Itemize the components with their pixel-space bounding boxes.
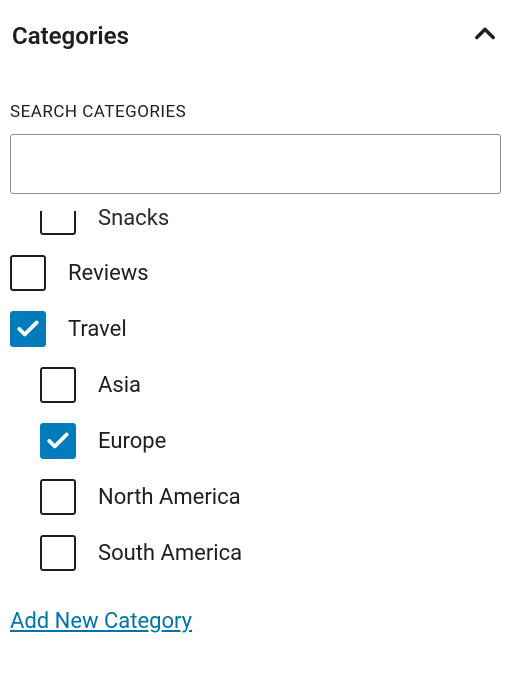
panel-title: Categories xyxy=(12,22,129,50)
category-list: Snacks Reviews Travel Asia Europe North … xyxy=(10,200,501,581)
category-label[interactable]: Travel xyxy=(68,317,127,342)
list-item: Snacks xyxy=(10,200,501,245)
search-categories-label: SEARCH CATEGORIES xyxy=(10,102,501,122)
category-label[interactable]: North America xyxy=(98,485,241,510)
list-item: North America xyxy=(10,469,501,525)
list-item: Reviews xyxy=(10,245,501,301)
category-checkbox-snacks[interactable] xyxy=(40,211,76,235)
list-item: Asia xyxy=(10,357,501,413)
search-categories-input[interactable] xyxy=(10,134,501,194)
chevron-up-icon xyxy=(471,20,499,52)
category-checkbox-reviews[interactable] xyxy=(10,255,46,291)
list-item: Europe xyxy=(10,413,501,469)
category-label[interactable]: South America xyxy=(98,541,242,566)
add-new-category-link[interactable]: Add New Category xyxy=(10,609,192,634)
category-label[interactable]: Europe xyxy=(98,429,166,454)
list-item: Travel xyxy=(10,301,501,357)
category-checkbox-europe[interactable] xyxy=(40,423,76,459)
category-label[interactable]: Snacks xyxy=(98,206,169,231)
categories-panel-toggle[interactable]: Categories xyxy=(10,20,501,52)
category-checkbox-south-america[interactable] xyxy=(40,535,76,571)
category-label[interactable]: Reviews xyxy=(68,261,149,286)
category-checkbox-travel[interactable] xyxy=(10,311,46,347)
category-checkbox-north-america[interactable] xyxy=(40,479,76,515)
category-checkbox-asia[interactable] xyxy=(40,367,76,403)
category-label[interactable]: Asia xyxy=(98,373,141,398)
list-item: South America xyxy=(10,525,501,581)
